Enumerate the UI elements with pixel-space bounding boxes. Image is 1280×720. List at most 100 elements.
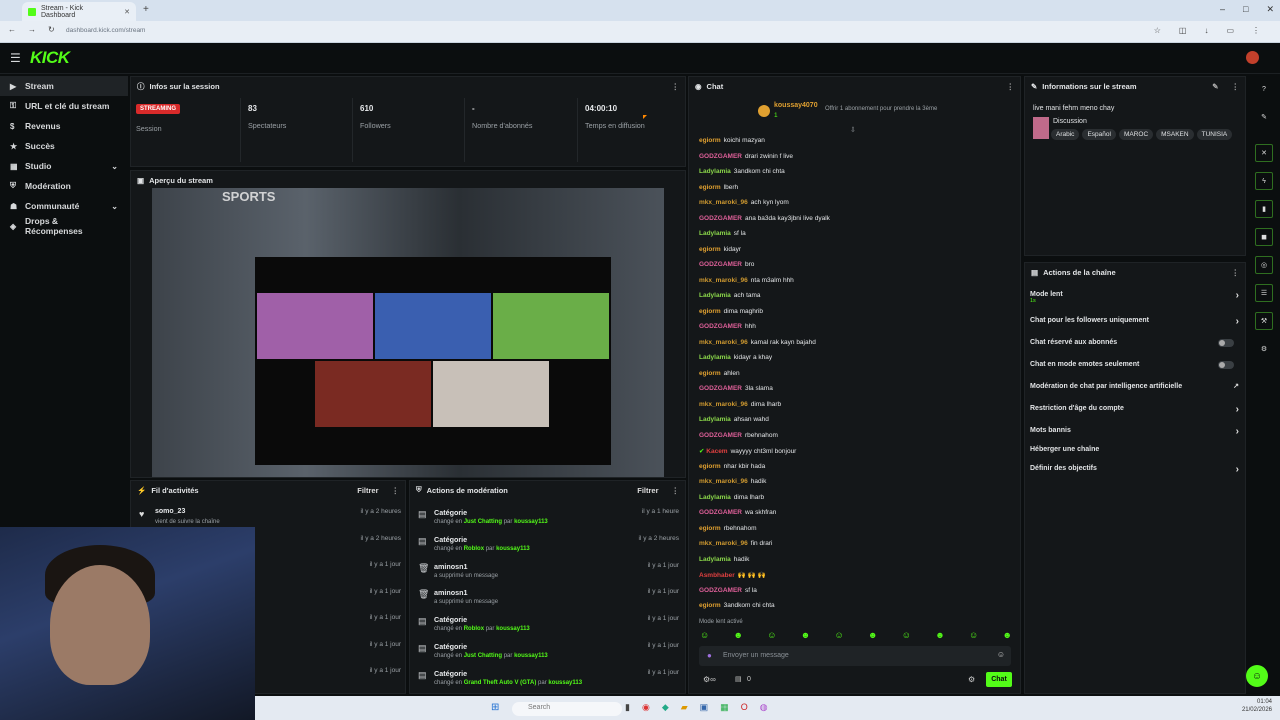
minimize-button[interactable]: – [1220, 4, 1225, 15]
sidebar-item[interactable]: ⛨ Modération [0, 176, 128, 196]
more-icon[interactable]: ⋮ [392, 486, 400, 495]
chat-message[interactable]: egiorm 3andkom chi chta [699, 602, 775, 609]
channel-action-row[interactable]: Héberger une chaîne [1030, 446, 1242, 453]
chat-username[interactable]: mkx_maroki_96 [699, 339, 748, 346]
chat-username[interactable]: GODZGAMER [699, 509, 742, 516]
chat-username[interactable]: mkx_maroki_96 [699, 478, 748, 485]
emote-icon[interactable]: ☺ [767, 630, 776, 640]
chat-username[interactable]: egiorm [699, 463, 721, 470]
hamburger-icon[interactable]: ☰ [10, 51, 21, 65]
chat-username[interactable]: Ladylamia [699, 416, 731, 423]
toggle-switch[interactable] [1218, 339, 1234, 347]
tool-icon[interactable]: ✕ [1255, 144, 1273, 162]
downloads-icon[interactable]: ↓ [1204, 26, 1208, 35]
chat-username[interactable]: Asmbhaber [699, 572, 735, 579]
send-chat-button[interactable]: Chat [986, 672, 1012, 687]
moderator-link[interactable]: koussay113 [496, 546, 530, 552]
chat-message[interactable]: egiorm dima maghrib [699, 308, 763, 315]
chat-username[interactable]: GODZGAMER [699, 385, 742, 392]
moderation-row[interactable]: 🗑 aminosn1 a supprimé un message il y a 1 j… [410, 583, 687, 610]
chat-username[interactable]: egiorm [699, 525, 721, 532]
channel-action-row[interactable]: Chat pour les followers uniquement › [1030, 316, 1242, 327]
activity-filter-button[interactable]: Filtrer [357, 486, 378, 495]
emote-icon[interactable]: ☺ [700, 630, 709, 640]
chat-message[interactable]: ✔ Kacem wayyyy cht3ml bonjour [699, 447, 796, 455]
channel-action-row[interactable]: Mode lent 1s › [1030, 290, 1242, 304]
channel-action-row[interactable]: Restriction d'âge du compte › [1030, 404, 1242, 415]
chat-settings-icon[interactable]: ⚙∞ [703, 675, 716, 684]
chat-message[interactable]: GODZGAMER wa skhfran [699, 509, 776, 516]
scroll-down-icon[interactable]: ⇩ [850, 126, 856, 134]
reload-icon[interactable]: ↻ [48, 25, 55, 34]
viewer-list-icon[interactable]: ▤ [735, 675, 742, 683]
chevron-right-icon[interactable]: › [1236, 290, 1239, 301]
moderator-link[interactable]: koussay113 [548, 680, 582, 686]
chevron-down-icon[interactable]: ⌄ [111, 162, 118, 171]
chat-username[interactable]: GODZGAMER [699, 153, 742, 160]
forward-icon[interactable]: → [28, 25, 36, 34]
app-icon[interactable]: ▣ [700, 702, 709, 713]
stream-tag[interactable]: MAROC [1118, 129, 1154, 140]
gear-icon[interactable]: ⚙ [1255, 340, 1273, 358]
chat-message[interactable]: egiorm rbehnahom [699, 525, 757, 532]
broadcast-icon[interactable]: ◎ [1255, 256, 1273, 274]
stream-tag[interactable]: MSAKEN [1156, 129, 1194, 140]
file-explorer-icon[interactable]: ▮ [625, 702, 630, 713]
chat-bubble-icon[interactable]: ◼ [1255, 228, 1273, 246]
emote-icon[interactable]: ☻ [733, 630, 742, 640]
emote-icon[interactable]: ☺ [902, 630, 911, 640]
back-icon[interactable]: ← [8, 25, 16, 34]
chat-username[interactable]: Ladylamia [699, 354, 731, 361]
user-avatar[interactable] [1246, 51, 1259, 64]
list-icon[interactable]: ☰ [1255, 284, 1273, 302]
chat-message[interactable]: Ladylamia dima lharb [699, 494, 764, 501]
floating-action-button[interactable]: ☺ [1246, 665, 1268, 687]
moderation-row[interactable]: ▤ Catégorie changé en Just Chatting par ko… [410, 503, 687, 530]
moderator-link[interactable]: koussay113 [514, 519, 548, 525]
moderation-row[interactable]: ▤ Catégorie changé en Just Chatting par ko… [410, 637, 687, 664]
category-link[interactable]: Grand Theft Auto V (GTA) [464, 680, 537, 686]
chat-username[interactable]: GODZGAMER [699, 432, 742, 439]
more-icon[interactable]: ⋮ [1007, 82, 1015, 91]
channel-action-row[interactable]: Chat réservé aux abonnés [1030, 339, 1242, 347]
chat-message[interactable]: Ladylamia ahsan wahd [699, 416, 769, 423]
channel-action-row[interactable]: Définir des objectifs › [1030, 464, 1242, 475]
taskbar-search[interactable]: Search [512, 702, 622, 716]
moderator-link[interactable]: koussay113 [514, 653, 548, 659]
url-text[interactable]: dashboard.kick.com/stream [66, 27, 145, 34]
category-link[interactable]: Roblox [464, 626, 484, 632]
chat-username[interactable]: GODZGAMER [699, 323, 742, 330]
chat-username[interactable]: mkx_maroki_96 [699, 199, 748, 206]
chat-message[interactable]: egiorm lberh [699, 184, 738, 191]
toggle-switch[interactable] [1218, 361, 1234, 369]
sidebar-item[interactable]: ★ Succès [0, 136, 128, 156]
moderation-filter-button[interactable]: Filtrer [637, 486, 658, 495]
external-link-icon[interactable]: ↗ [1233, 382, 1239, 390]
chat-message[interactable]: Ladylamia 3andkom chi chta [699, 168, 785, 175]
chat-username[interactable]: mkx_maroki_96 [699, 277, 748, 284]
chat-username[interactable]: egiorm [699, 308, 721, 315]
mic-icon[interactable]: ● [707, 651, 712, 660]
chat-username[interactable]: egiorm [699, 246, 721, 253]
folder-icon[interactable]: ▰ [681, 702, 688, 713]
chevron-right-icon[interactable]: › [1236, 464, 1239, 475]
flash-icon[interactable]: ϟ [1255, 172, 1273, 190]
chevron-right-icon[interactable]: › [1236, 404, 1239, 415]
sidebar-item[interactable]: ⚿ URL et clé du stream [0, 96, 128, 116]
help-icon[interactable]: ? [1255, 80, 1273, 98]
sidebar-item[interactable]: $ Revenus [0, 116, 128, 136]
more-icon[interactable]: ⋮ [672, 82, 680, 91]
moderation-row[interactable]: ▤ Catégorie changé en Roblox par koussay11… [410, 610, 687, 637]
chat-message[interactable]: Ladylamia sf la [699, 230, 746, 237]
category-link[interactable]: Just Chatting [464, 519, 502, 525]
chat-username[interactable]: mkx_maroki_96 [699, 540, 748, 547]
kick-logo[interactable]: KICK [30, 48, 70, 68]
chat-message[interactable]: mkx_maroki_96 nta m3alm hhh [699, 277, 794, 284]
chat-username[interactable]: Ladylamia [699, 556, 731, 563]
emoji-picker-icon[interactable]: ☺ [997, 650, 1005, 659]
emote-icon[interactable]: ☻ [868, 630, 877, 640]
app-icon[interactable]: ▦ [720, 702, 729, 713]
category-link[interactable]: Roblox [464, 546, 484, 552]
sidebar-item[interactable]: ◈ Drops & Récompenses [0, 216, 128, 236]
category-link[interactable]: Just Chatting [464, 653, 502, 659]
